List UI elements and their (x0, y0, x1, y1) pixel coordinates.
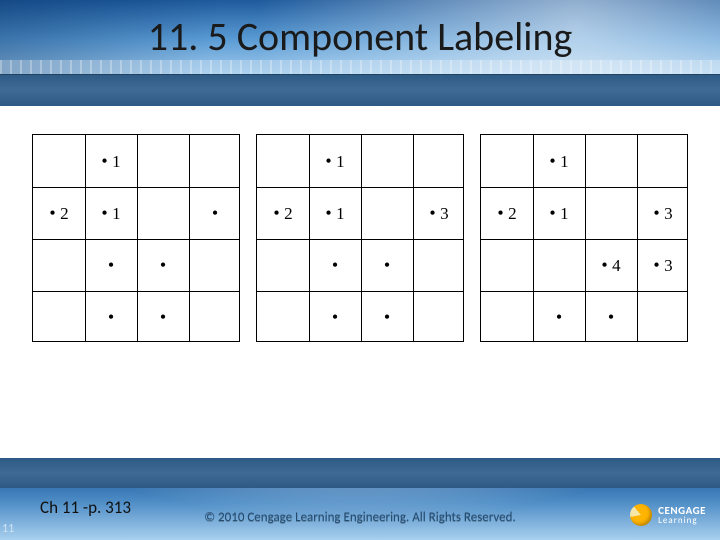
labeling-grid-1: 1 2 1 (32, 134, 240, 342)
grid-cell-dot (309, 239, 361, 291)
grid-cell-label (212, 203, 218, 224)
grid-cell-dot: 1 (85, 187, 137, 239)
grid-cell-label (108, 307, 114, 328)
labeling-grid-2: 1 2 1 3 (256, 134, 464, 342)
grid-cell-label: 1 (101, 151, 120, 172)
grid-cell-label: 1 (325, 203, 344, 224)
grid-cell-label (160, 255, 166, 276)
brand-icon (630, 504, 652, 526)
grid-cell-label: 3 (653, 203, 672, 224)
grid-cell-dot: 2 (481, 187, 533, 239)
grid-cell-label (332, 255, 338, 276)
grid-cell-label (556, 307, 562, 328)
grid-cell-dot (85, 291, 137, 343)
brand-sub: Learning (658, 516, 706, 525)
footer-band (0, 458, 720, 488)
grid-cell-dot (309, 291, 361, 343)
title-band (0, 74, 720, 106)
grid-cell-label (160, 307, 166, 328)
grid-cell-label: 1 (101, 203, 120, 224)
grid-cell-label (608, 307, 614, 328)
grid-cell-label: 1 (325, 151, 344, 172)
grid-cell-dot: 2 (33, 187, 85, 239)
grid-cell-label: 1 (549, 151, 568, 172)
grid-cell-dot: 1 (309, 187, 361, 239)
grid-cell-dot (189, 187, 241, 239)
grid-cell-label (332, 307, 338, 328)
grid-cell-dot: 3 (637, 239, 689, 291)
grid-cell-label: 3 (653, 255, 672, 276)
grid-cell-label: 3 (429, 203, 448, 224)
grid-cell-dot: 1 (85, 135, 137, 187)
grid-cell-dot: 1 (309, 135, 361, 187)
grid-cell-dot: 4 (585, 239, 637, 291)
copyright-text: © 2010 Cengage Learning Engineering. All… (0, 510, 720, 526)
grid-cell-dot (137, 291, 189, 343)
grid-cell-label (108, 255, 114, 276)
grid-cell-dot: 3 (637, 187, 689, 239)
grids-container: 1 2 1 1 2 1 3 1 2 1 3 4 3 (32, 134, 688, 344)
grid-cell-label: 1 (549, 203, 568, 224)
grid-cell-dot (361, 291, 413, 343)
grid-cell-label: 2 (49, 203, 68, 224)
grid-cell-dot: 1 (533, 135, 585, 187)
grid-cell-label: 2 (273, 203, 292, 224)
grid-cell-dot: 1 (533, 187, 585, 239)
grid-cell-dot (137, 239, 189, 291)
labeling-grid-3: 1 2 1 3 4 3 (480, 134, 688, 342)
grid-cell-dot (85, 239, 137, 291)
grid-cell-label: 4 (601, 255, 620, 276)
grid-cell-label (384, 255, 390, 276)
grid-cell-dot (585, 291, 637, 343)
grid-cell-label: 2 (497, 203, 516, 224)
grid-cell-label (384, 307, 390, 328)
page-title: 11. 5 Component Labeling (0, 12, 720, 61)
grid-cell-dot (361, 239, 413, 291)
grid-cell-dot (533, 291, 585, 343)
brand-badge: CENGAGE Learning (630, 504, 706, 526)
grid-cell-dot: 2 (257, 187, 309, 239)
brand-text: CENGAGE Learning (658, 505, 706, 525)
grid-cell-dot: 3 (413, 187, 465, 239)
